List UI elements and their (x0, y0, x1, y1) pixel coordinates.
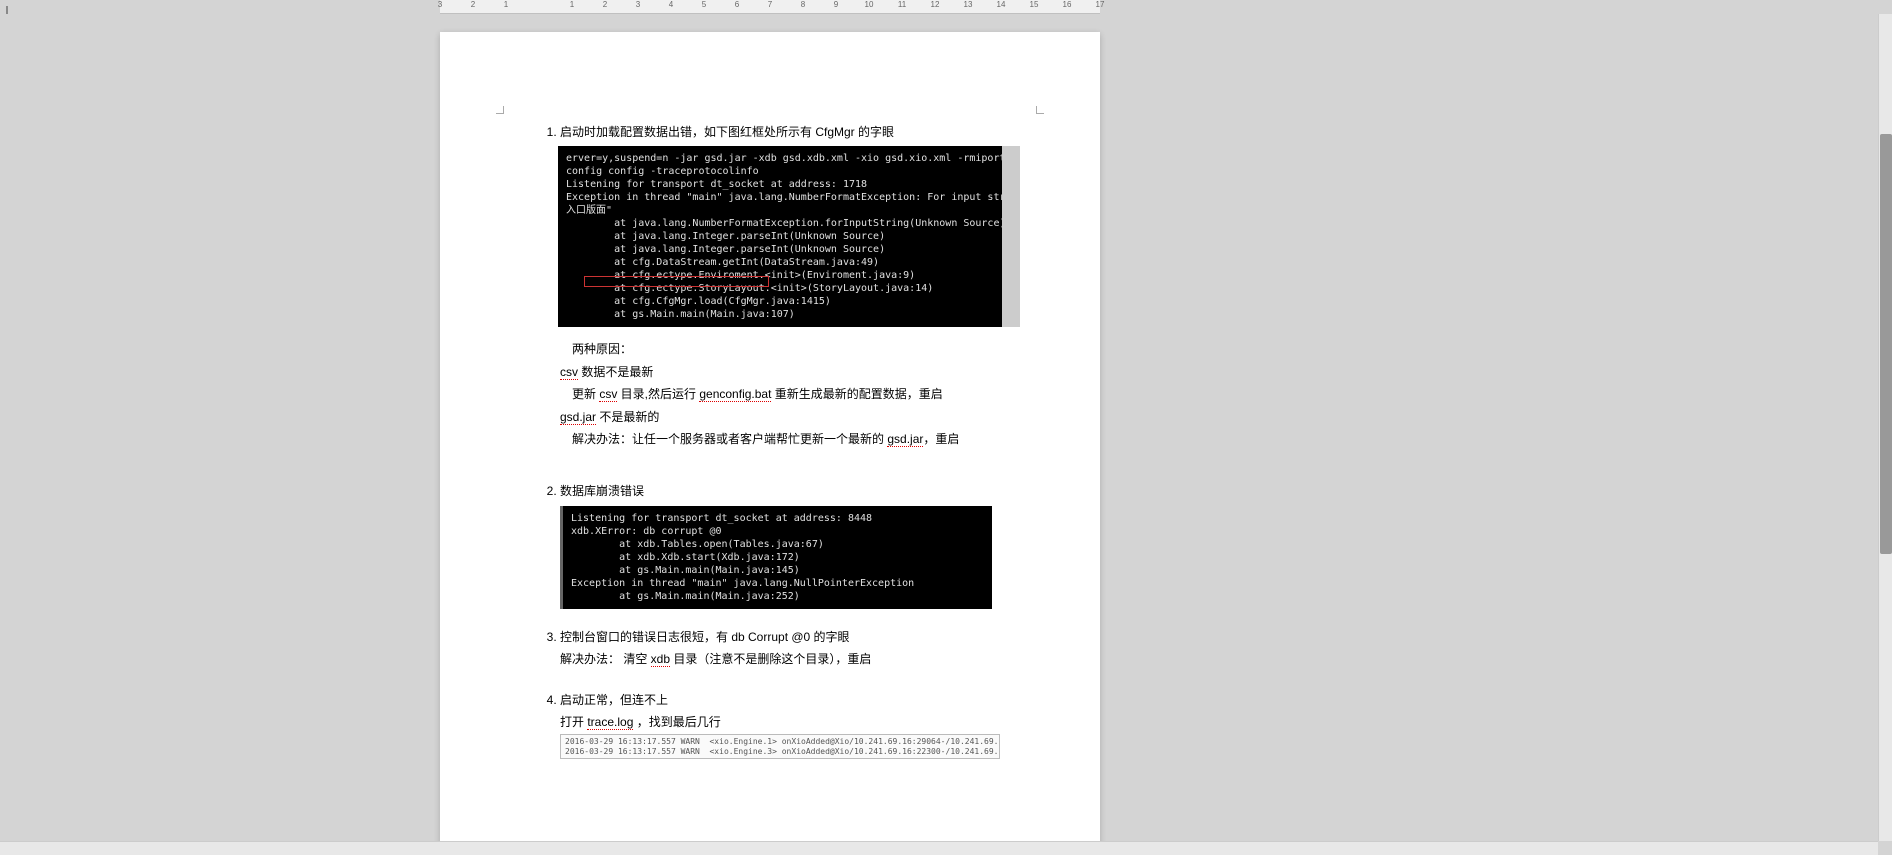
r2b: 不是最新的 (596, 410, 659, 424)
vertical-scrollbar[interactable] (1878, 14, 1892, 841)
ruler-tick: 15 (1030, 0, 1039, 9)
ruler-tick: 3 (636, 0, 640, 9)
ruler-tick: 7 (768, 0, 772, 9)
ruler-tick: 1 (504, 0, 508, 9)
ruler-tick: 1 (570, 0, 574, 9)
ruler-tick: 14 (997, 0, 1006, 9)
item1-heading: 启动时加载配置数据出错，如下图红框处所示有 CfgMgr 的字眼 (560, 125, 894, 139)
page: 启动时加载配置数据出错，如下图红框处所示有 CfgMgr 的字眼 erver=y… (440, 32, 1100, 841)
trace-log-box: 2016-03-29 16:13:17.557 WARN <xio.Engine… (560, 734, 1000, 759)
r2c-a: 解决办法：让任一个服务器或者客户端帮忙更新一个最新的 (572, 432, 887, 446)
p4a: 打开 (560, 715, 587, 729)
ruler-tick: 17 (1096, 0, 1105, 9)
reason-label: 两种原因： (572, 339, 1040, 359)
item3-p1: 控制台窗口的错误日志很短，有 db Corrupt @0 的字眼 (560, 627, 1040, 647)
ruler-tick: 12 (931, 0, 940, 9)
ruler-tick: 2 (471, 0, 475, 9)
r1c-c: 目录,然后运行 (617, 387, 699, 401)
list-item-4: 启动正常，但连不上 打开 trace.log ，找到最后几行 2016-03-2… (560, 690, 1040, 760)
p4b: trace.log (587, 715, 633, 730)
item2-heading: 数据库崩溃错误 (560, 484, 644, 498)
r1c-d: genconfig.bat (699, 387, 771, 402)
document-viewport: 3211234567891011121314151617 启动时加载配置数据出错… (0, 0, 1892, 855)
item4-p: 打开 trace.log ，找到最后几行 (560, 712, 1040, 732)
p2a: 解决办法： 清空 (560, 652, 651, 666)
csv-text: csv (560, 365, 578, 380)
reason2-line: gsd.jar 不是最新的 (560, 407, 1040, 427)
r2c-c: ，重启 (923, 432, 959, 446)
r2c-b: gsd.jar (887, 432, 923, 447)
item4-heading: 启动正常，但连不上 (560, 693, 668, 707)
reason2-fix: 解决办法：让任一个服务器或者客户端帮忙更新一个最新的 gsd.jar，重启 (572, 429, 1040, 449)
ruler-tick: 5 (702, 0, 706, 9)
ruler-tick: 4 (669, 0, 673, 9)
ordered-list: 启动时加载配置数据出错，如下图红框处所示有 CfgMgr 的字眼 erver=y… (520, 122, 1040, 759)
reason1-fix: 更新 csv 目录,然后运行 genconfig.bat 重新生成最新的配置数据… (572, 384, 1040, 404)
margin-guide-tl (496, 106, 504, 114)
ruler-tick: 10 (865, 0, 874, 9)
list-item-3: 控制台窗口的错误日志很短，有 db Corrupt @0 的字眼 解决办法： 清… (560, 609, 1040, 678)
document-scroll-area[interactable]: 启动时加载配置数据出错，如下图红框处所示有 CfgMgr 的字眼 erver=y… (0, 14, 1878, 841)
list-item-1: 启动时加载配置数据出错，如下图红框处所示有 CfgMgr 的字眼 erver=y… (560, 122, 1040, 469)
list-item-2: 数据库崩溃错误 Listening for transport dt_socke… (560, 481, 1040, 608)
r1c-a: 更新 (572, 387, 599, 401)
reason1-line: csv 数据不是最新 (560, 362, 1040, 382)
terminal-screenshot-1: erver=y,suspend=n -jar gsd.jar -xdb gsd.… (558, 146, 1020, 327)
ruler-tick: 9 (834, 0, 838, 9)
ruler-tick: 3 (438, 0, 442, 9)
margin-guide-tr (1036, 106, 1044, 114)
terminal1-text: erver=y,suspend=n -jar gsd.jar -xdb gsd.… (566, 153, 1020, 320)
r1c-b: csv (599, 387, 617, 402)
horizontal-ruler[interactable]: 3211234567891011121314151617 (440, 0, 1100, 14)
ruler-tick: 6 (735, 0, 739, 9)
r1c-e: 重新生成最新的配置数据，重启 (771, 387, 942, 401)
ruler-tick: 13 (964, 0, 973, 9)
red-highlight-box (584, 276, 769, 287)
item3-p2: 解决办法： 清空 xdb 目录（注意不是删除这个目录），重启 (560, 649, 1040, 669)
ruler-tick: 2 (603, 0, 607, 9)
horizontal-scrollbar[interactable] (0, 841, 1878, 855)
terminal2-text: Listening for transport dt_socket at add… (571, 513, 914, 602)
ruler-tick: 11 (898, 0, 906, 9)
ruler-tick: 16 (1063, 0, 1072, 9)
p2c: 目录（注意不是删除这个目录），重启 (670, 652, 871, 666)
r1b: 数据不是最新 (578, 365, 653, 379)
p4c: ，找到最后几行 (633, 715, 720, 729)
terminal-screenshot-2: Listening for transport dt_socket at add… (560, 506, 992, 609)
vertical-scroll-thumb[interactable] (1880, 134, 1892, 554)
r2a: gsd.jar (560, 410, 596, 425)
p2b: xdb (651, 652, 670, 667)
ruler-tick: 8 (801, 0, 805, 9)
